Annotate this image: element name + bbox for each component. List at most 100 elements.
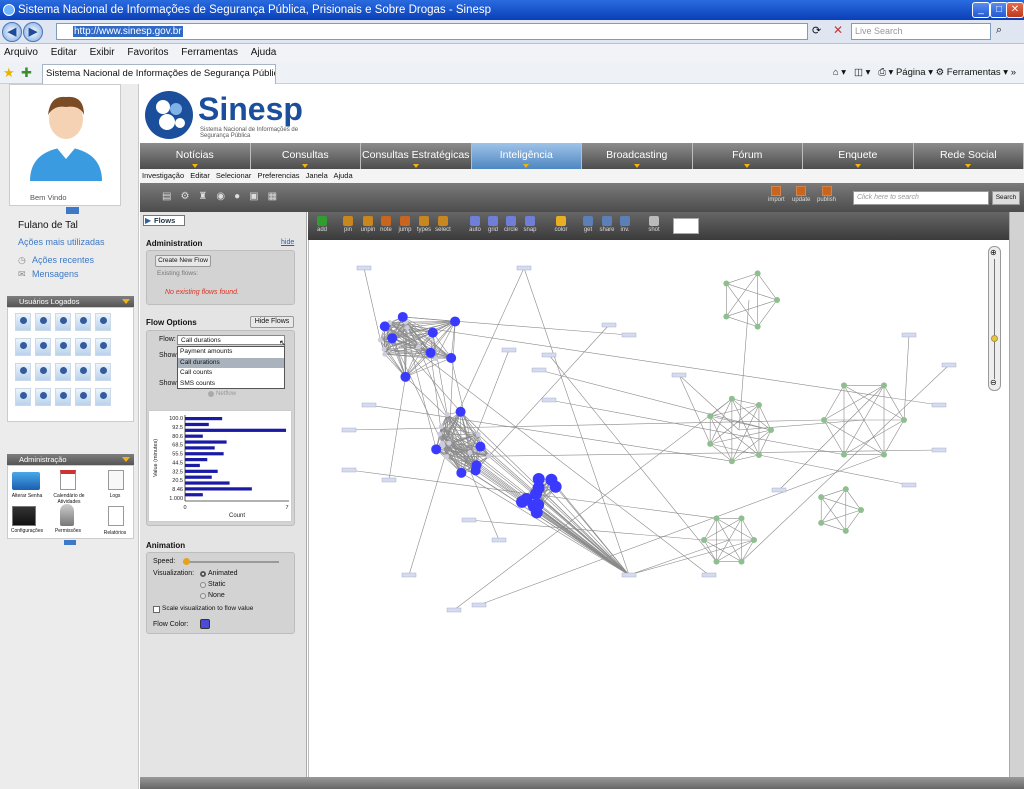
collapse-avatar-icon[interactable] [66,207,79,214]
graph-thumbnail[interactable] [673,218,699,234]
graph-node[interactable] [382,351,388,357]
graph-node[interactable] [446,352,457,363]
tool-unpin-button[interactable]: unpin [358,216,378,233]
graph-node[interactable] [486,453,492,459]
create-new-flow-button[interactable]: Create New Flow [155,255,211,267]
graph-node-label[interactable] [931,402,947,408]
stop-icon[interactable]: ✕ [833,23,843,37]
logged-user-icon[interactable] [35,313,51,331]
tool-select-button[interactable]: select [433,216,453,233]
graph-node[interactable] [901,417,907,423]
feeds-icon[interactable]: ◫ ▾ [854,67,870,78]
logged-user-icon[interactable] [75,363,91,381]
logged-user-icon[interactable] [15,313,31,331]
logged-user-icon[interactable] [55,388,71,406]
graph-node-label[interactable] [361,402,377,408]
logs-icon[interactable] [108,470,124,490]
favorites-star-icon[interactable]: ★ [3,65,15,81]
tool-share-button[interactable]: share [597,216,617,233]
graph-node[interactable] [701,537,707,543]
nav-enquete[interactable]: Enquete [803,143,914,169]
tool-jump-button[interactable]: jump [395,216,415,233]
netflow-radio[interactable] [208,391,214,397]
update-button[interactable]: update [792,186,810,203]
url-input[interactable]: http://www.sinesp.gov.br [56,23,808,40]
graph-node-label[interactable] [541,352,557,358]
animated-radio[interactable] [200,571,206,577]
logged-user-icon[interactable] [95,388,111,406]
submenu-preferencias[interactable]: Preferencias [257,171,299,180]
graph-node-label[interactable] [461,517,477,523]
flow-option[interactable]: SMS counts [178,379,284,390]
graph-node[interactable] [456,467,467,478]
nav-noticias[interactable]: Notícias [140,143,251,169]
graph-node-label[interactable] [771,487,787,493]
graph-node[interactable] [437,431,443,437]
logged-user-icon[interactable] [15,363,31,381]
admin-panel-header[interactable]: Administração [7,454,134,465]
graph-node-label[interactable] [901,482,917,488]
graph-node[interactable] [467,449,473,455]
graph-node[interactable] [475,431,481,437]
messages-link[interactable]: Mensagens [32,269,79,279]
add-favorite-icon[interactable]: ✚ [21,65,32,81]
graph-node-highlighted[interactable] [549,480,562,493]
calendar-icon[interactable] [60,470,76,490]
right-panel-strip[interactable] [1009,212,1024,777]
import-button[interactable]: import [768,186,785,203]
graph-node[interactable] [713,558,720,565]
speed-slider-track[interactable] [183,561,279,563]
logged-user-icon[interactable] [95,363,111,381]
admin-item-label[interactable]: Relatórios [98,530,132,536]
logged-user-icon[interactable] [95,313,111,331]
tool-pin-button[interactable]: pin [338,216,358,233]
graph-node[interactable] [416,344,422,350]
change-password-icon[interactable] [12,472,40,490]
graph-node[interactable] [751,537,757,543]
graph-node[interactable] [450,316,461,327]
app-search-input[interactable]: Click here to search [853,191,989,205]
search-icon[interactable]: ⌕ [996,24,1002,37]
tool-types-button[interactable]: types [414,216,434,233]
nav-consultas-estrategicas[interactable]: Consultas Estratégicas [361,143,472,169]
graph-node[interactable] [438,424,444,430]
graph-node[interactable] [754,270,761,277]
menu-exibir[interactable]: Exibir [90,47,115,58]
graph-node[interactable] [858,507,864,513]
submenu-janela[interactable]: Janela [306,171,328,180]
admin-item-label[interactable]: Permissões [48,528,88,534]
graph-node-label[interactable] [446,607,462,613]
network-graph[interactable] [309,240,989,777]
graph-node[interactable] [444,411,450,417]
graph-node-label[interactable] [901,332,917,338]
graph-node-label[interactable] [491,537,507,543]
submenu-editar[interactable]: Editar [190,171,210,180]
graph-node[interactable] [707,413,714,420]
speed-slider-handle[interactable] [183,558,190,565]
graph-node[interactable] [400,371,411,382]
tool-get-button[interactable]: get [578,216,598,233]
admin-item-label[interactable]: Logs [100,493,130,499]
graph-node-label[interactable] [516,265,532,271]
settings-icon[interactable] [12,506,36,526]
graph-node[interactable] [397,311,408,322]
graph-node[interactable] [881,451,887,458]
graph-node-label[interactable] [531,367,547,373]
forward-button[interactable]: ▶ [23,22,43,42]
graph-node-label[interactable] [621,332,637,338]
graph-node-label[interactable] [601,322,617,328]
graph-node[interactable] [381,346,387,352]
graph-node[interactable] [439,440,445,446]
graph-node-highlighted[interactable] [530,487,543,500]
logged-user-icon[interactable] [15,338,31,356]
graph-node-label[interactable] [356,265,372,271]
graph-node[interactable] [818,519,825,526]
collapse-admin-icon[interactable] [64,540,76,545]
refresh-icon[interactable]: ⟳ [812,24,821,37]
minimize-button[interactable]: _ [972,2,990,18]
flow-option[interactable]: Payment amounts [178,347,284,358]
menu-ferramentas[interactable]: Ferramentas [181,47,238,58]
reports-icon[interactable] [108,506,124,526]
graph-node[interactable] [842,527,849,534]
nav-rede-social[interactable]: Rede Social [914,143,1024,169]
